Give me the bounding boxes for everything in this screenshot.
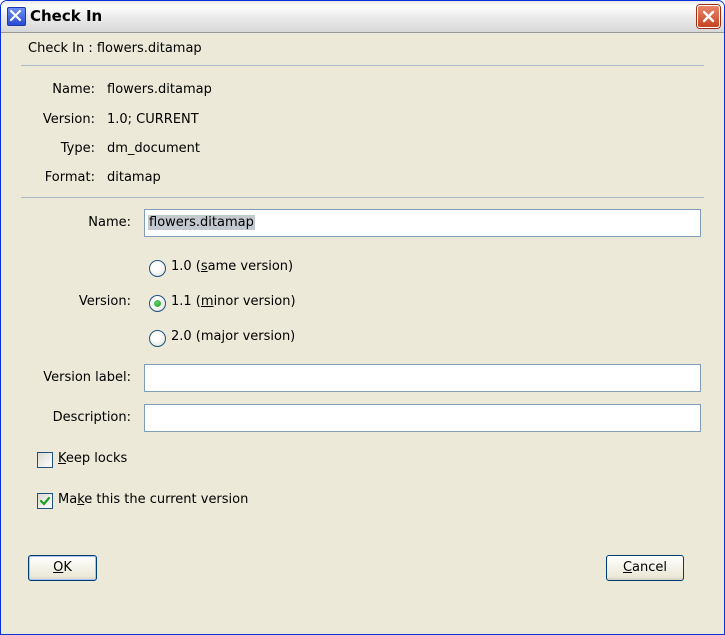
info-version-label: Version: [42,112,95,127]
ok-button[interactable]: OK [28,555,97,581]
name-input[interactable]: flowers.ditamap [144,209,701,237]
cancel-button[interactable]: Cancel [606,555,684,581]
title-bar[interactable]: Check In [1,1,724,33]
radio-minor-version-label[interactable]: 1.1 (minor version) [171,294,296,309]
separator-middle [21,197,704,198]
radio-same-version[interactable] [149,260,166,277]
name-field-label: Name: [88,215,131,230]
radio-major-version[interactable] [149,330,166,347]
check-in-heading: Check In : flowers.ditamap [28,41,202,56]
info-format-value: ditamap [107,170,161,185]
app-x-icon [7,7,26,26]
close-icon[interactable] [697,5,720,28]
description-field-label: Description: [52,410,131,425]
radio-same-version-label[interactable]: 1.0 (same version) [171,259,293,274]
keep-locks-label[interactable]: Keep locks [58,451,127,466]
info-name-value: flowers.ditamap [107,82,212,97]
radio-major-version-label[interactable]: 2.0 (major version) [171,329,295,344]
dialog-title: Check In [30,7,103,25]
version-label-input[interactable] [144,364,701,392]
info-version-value: 1.0; CURRENT [107,112,199,127]
version-field-label: Version: [78,294,131,309]
info-name-label: Name: [52,82,95,97]
check-in-dialog: Check In Check In : flowers.ditamap Name… [0,0,725,635]
dialog-body: Check In : flowers.ditamap Name: flowers… [1,33,724,634]
checkmark-icon [39,496,51,506]
description-input[interactable] [144,404,701,432]
info-type-value: dm_document [107,141,201,156]
keep-locks-checkbox[interactable] [37,452,53,468]
info-format-label: Format: [44,170,95,185]
name-input-value: flowers.ditamap [148,215,255,230]
version-label-field-label: Version label: [43,370,131,385]
make-current-label[interactable]: Make this the current version [58,492,248,507]
info-type-label: Type: [60,141,95,156]
separator-top [21,65,704,66]
radio-selected-dot [154,300,161,307]
radio-minor-version[interactable] [149,295,166,312]
make-current-checkbox[interactable] [37,493,53,509]
